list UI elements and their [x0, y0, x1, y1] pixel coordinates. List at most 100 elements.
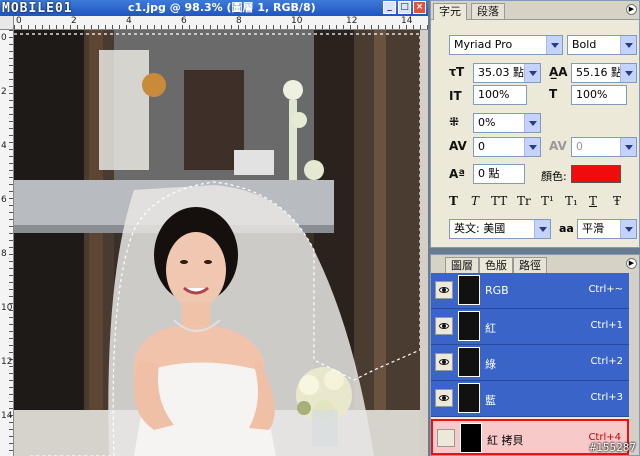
eye-icon[interactable] — [435, 389, 453, 407]
ruler-tick-label: 2 — [1, 87, 7, 97]
minimize-icon[interactable]: _ — [383, 1, 396, 14]
channel-row-rgb[interactable]: RGB Ctrl+~ — [431, 273, 629, 309]
maximize-icon[interactable]: □ — [398, 1, 411, 14]
tab-character[interactable]: 字元 — [433, 3, 467, 20]
eye-icon[interactable] — [435, 317, 453, 335]
document-title: c1.jpg @ 98.3% (圖層 1, RGB/8) — [128, 1, 316, 14]
channel-row-blue[interactable]: 藍 Ctrl+3 — [431, 381, 629, 417]
ruler-tick-label: 14 — [401, 16, 413, 26]
channels-tabs: 圖層 色版 路徑 ▶ — [431, 255, 639, 274]
baseline-shift-field[interactable]: 0 點 — [473, 164, 525, 184]
channel-shortcut: Ctrl+3 — [590, 392, 623, 403]
ruler-tick-label: 12 — [346, 16, 358, 26]
channel-name: 藍 — [485, 394, 496, 407]
image-canvas[interactable] — [14, 30, 420, 456]
panel-menu-icon[interactable]: ▶ — [626, 258, 637, 269]
eye-icon[interactable] — [437, 429, 455, 447]
ruler-tick-label: 10 — [1, 303, 13, 313]
all-caps-button[interactable]: TT — [491, 194, 507, 208]
ruler-tick-label: 14 — [1, 411, 13, 421]
channel-shortcut: Ctrl+1 — [590, 320, 623, 331]
antialias-value: 平滑 — [582, 222, 604, 235]
panel-menu-icon[interactable]: ▶ — [626, 4, 637, 15]
kerning-field[interactable]: 0 — [473, 137, 541, 157]
leading-field[interactable]: 55.16 點 — [571, 63, 637, 83]
channel-row-green[interactable]: 綠 Ctrl+2 — [431, 345, 629, 381]
chevron-down-icon[interactable] — [620, 138, 636, 156]
tsume-value: 0% — [478, 116, 496, 129]
tracking-value: 0 — [576, 140, 583, 153]
channel-name: 綠 — [485, 358, 496, 371]
watermark-logo: MOBILE01 — [2, 1, 73, 16]
font-family-select[interactable]: Myriad Pro — [449, 35, 563, 55]
channel-thumbnail — [458, 383, 480, 413]
strikethrough-button[interactable]: Ŧ — [613, 194, 621, 208]
ruler-horizontal[interactable]: 0 2 4 6 8 10 12 14 — [14, 16, 428, 30]
kerning-value: 0 — [478, 140, 485, 153]
ruler-corner[interactable] — [0, 16, 14, 30]
channel-thumbnail — [458, 275, 480, 305]
chevron-down-icon[interactable] — [620, 36, 636, 54]
ruler-tick-label: 0 — [16, 16, 22, 26]
leading-icon: A̲A — [549, 65, 568, 79]
horizontal-scale-field[interactable]: 100% — [571, 85, 627, 105]
horizontal-scale-icon: T — [549, 87, 558, 101]
chevron-down-icon[interactable] — [620, 64, 636, 82]
channel-thumbnail — [458, 311, 480, 341]
ruler-tick-label: 6 — [1, 195, 7, 205]
faux-italic-button[interactable]: T — [471, 194, 479, 208]
ruler-tick-label: 10 — [291, 16, 303, 26]
tab-paths[interactable]: 路徑 — [513, 257, 547, 273]
channel-row-red[interactable]: 紅 Ctrl+1 — [431, 309, 629, 345]
tab-paragraph[interactable]: 段落 — [471, 3, 505, 19]
font-family-value: Myriad Pro — [454, 38, 513, 51]
tracking-field[interactable]: 0 — [571, 137, 637, 157]
underline-button[interactable]: T — [589, 194, 597, 208]
eye-icon[interactable] — [435, 281, 453, 299]
language-value: 英文: 美國 — [454, 222, 506, 235]
chevron-down-icon[interactable] — [524, 64, 540, 82]
channels-panel: 圖層 色版 路徑 ▶ RGB Ctrl+~ 紅 Ctrl+1 綠 Ctrl+2 … — [430, 254, 640, 456]
superscript-button[interactable]: T¹ — [541, 194, 554, 208]
chevron-down-icon[interactable] — [546, 36, 562, 54]
font-size-field[interactable]: 35.03 點 — [473, 63, 541, 83]
eye-icon[interactable] — [435, 353, 453, 371]
chevron-down-icon[interactable] — [534, 220, 550, 238]
vertical-scale-icon: IT — [449, 89, 462, 103]
ruler-vertical[interactable]: 0 2 4 6 8 10 12 14 — [0, 30, 14, 456]
tracking-icon: AV — [549, 139, 567, 153]
document-window: MOBILE01 c1.jpg @ 98.3% (圖層 1, RGB/8) _ … — [0, 0, 428, 456]
small-caps-button[interactable]: Tr — [517, 194, 531, 208]
ruler-tick-label: 4 — [1, 141, 7, 151]
character-tabs: 字元 段落 ▶ — [431, 1, 639, 20]
chevron-down-icon[interactable] — [524, 138, 540, 156]
channel-shortcut: Ctrl+2 — [590, 356, 623, 367]
kerning-icon: AV — [449, 139, 467, 153]
subscript-button[interactable]: T₁ — [565, 194, 578, 208]
faux-bold-button[interactable]: T — [449, 194, 458, 208]
chevron-down-icon[interactable] — [524, 114, 540, 132]
tab-layers[interactable]: 圖層 — [445, 257, 479, 273]
font-style-value: Bold — [572, 38, 597, 51]
document-titlebar[interactable]: MOBILE01 c1.jpg @ 98.3% (圖層 1, RGB/8) _ … — [0, 0, 428, 16]
channel-name: 紅 拷貝 — [487, 434, 524, 447]
chevron-down-icon[interactable] — [620, 220, 636, 238]
channel-name: RGB — [485, 284, 509, 297]
document-scrollbar[interactable] — [420, 30, 428, 456]
ruler-tick-label: 0 — [1, 33, 7, 43]
font-style-select[interactable]: Bold — [567, 35, 637, 55]
ruler-tick-label: 8 — [1, 249, 7, 259]
vertical-scale-field[interactable]: 100% — [473, 85, 527, 105]
language-select[interactable]: 英文: 美國 — [449, 219, 551, 239]
ruler-tick-label: 6 — [181, 16, 187, 26]
leading-value: 55.16 點 — [576, 66, 622, 79]
channels-scrollbar[interactable] — [629, 273, 639, 455]
font-size-icon: ꚍT — [449, 65, 465, 79]
tab-channels[interactable]: 色版 — [479, 257, 513, 274]
ruler-tick-label: 4 — [126, 16, 132, 26]
text-color-swatch[interactable] — [571, 165, 621, 183]
close-icon[interactable]: × — [413, 1, 426, 14]
channel-shortcut: Ctrl+~ — [588, 284, 623, 295]
antialias-select[interactable]: 平滑 — [577, 219, 637, 239]
tsume-field[interactable]: 0% — [473, 113, 541, 133]
